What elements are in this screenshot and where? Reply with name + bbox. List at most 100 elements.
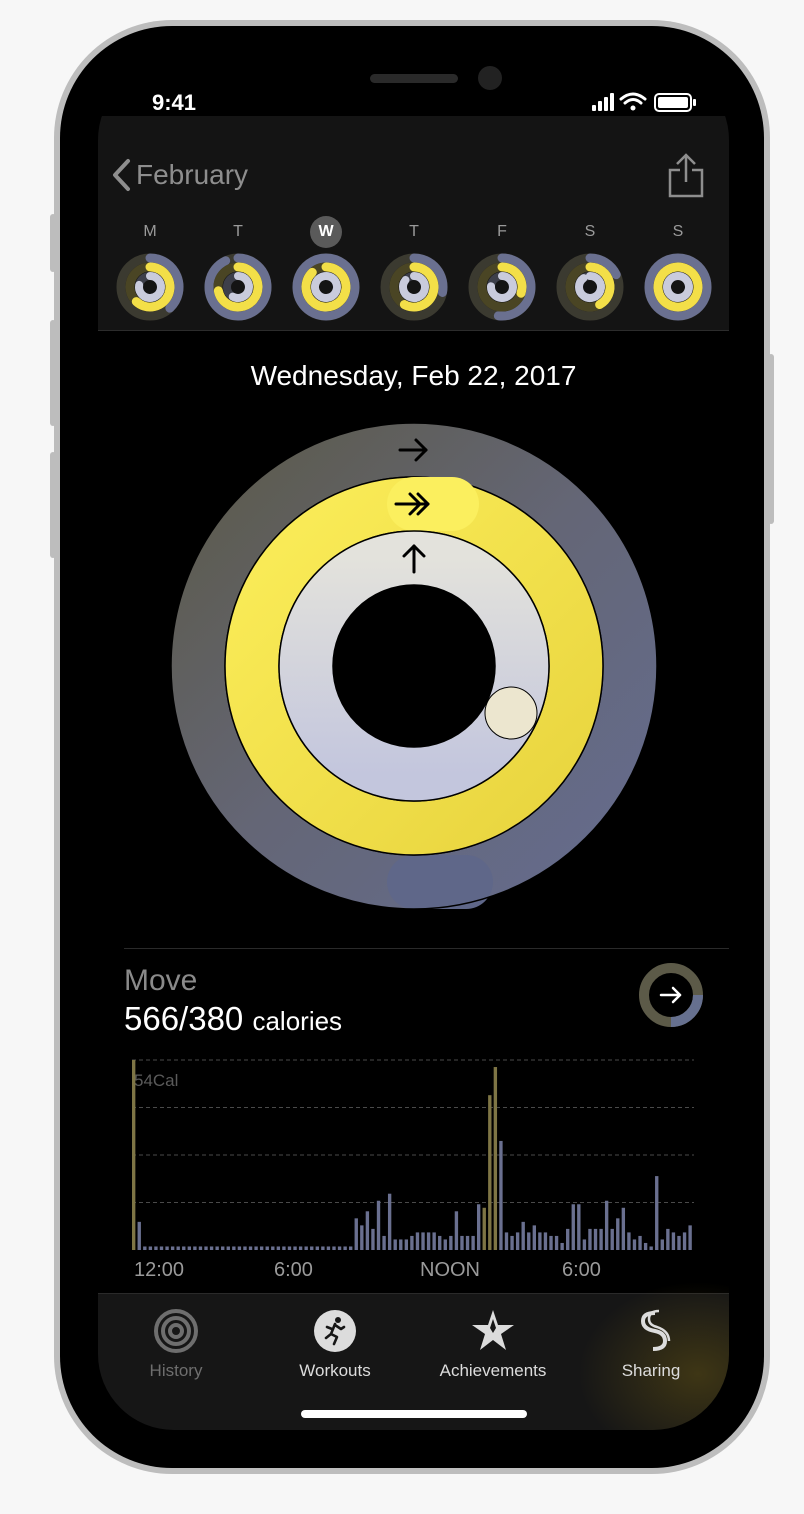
chart-bar	[649, 1246, 653, 1250]
chart-bar	[410, 1235, 414, 1250]
chart-bar	[532, 1225, 536, 1250]
chart-bar	[538, 1232, 542, 1250]
day-ring-5[interactable]	[555, 252, 625, 322]
screen: February MTWTFSS 9:41 Wednesday, Feb 22,…	[98, 64, 729, 1430]
home-indicator[interactable]	[301, 1410, 527, 1418]
chart-bar	[165, 1246, 169, 1250]
chart-bar	[159, 1246, 164, 1250]
chart-bar	[666, 1228, 670, 1250]
day-label-0[interactable]: M	[134, 216, 166, 248]
tab-achievements[interactable]: Achievements	[423, 1307, 563, 1381]
day-ring-0[interactable]	[115, 252, 185, 322]
chart-x-tick: 6:00	[274, 1259, 313, 1281]
chart-bar	[515, 1232, 520, 1250]
chart-bar	[354, 1218, 358, 1250]
chart-bar	[443, 1239, 447, 1250]
chart-bar	[276, 1246, 281, 1250]
chart-bar	[638, 1235, 642, 1250]
chart-bar	[610, 1228, 614, 1250]
tab-workouts[interactable]: Workouts	[265, 1307, 405, 1381]
move-value: 566/380	[124, 1000, 244, 1037]
section-divider	[124, 948, 729, 949]
tab-sharing[interactable]: Sharing	[581, 1307, 721, 1381]
chart-bar	[643, 1242, 648, 1250]
chart-bar	[215, 1246, 219, 1250]
chart-bar	[449, 1235, 453, 1250]
day-ring-2[interactable]	[291, 252, 361, 322]
chart-bar	[332, 1246, 336, 1250]
power-button	[768, 354, 774, 524]
tab-label: History	[149, 1361, 203, 1380]
day-ring-1[interactable]	[203, 252, 273, 322]
chart-bar	[521, 1221, 525, 1250]
chart-bar	[360, 1225, 364, 1250]
chart-bar	[293, 1246, 297, 1250]
chart-bar	[543, 1232, 548, 1250]
chart-bar	[577, 1204, 581, 1250]
chart-bar	[627, 1232, 631, 1250]
day-label-3[interactable]: T	[398, 216, 430, 248]
history-rings-icon	[154, 1309, 198, 1353]
chart-bar	[621, 1207, 626, 1250]
chart-bar	[259, 1246, 264, 1250]
chart-bar	[282, 1246, 286, 1250]
day-ring-3[interactable]	[379, 252, 449, 322]
tab-history[interactable]: History	[106, 1307, 246, 1381]
notch	[238, 64, 590, 116]
chart-bar	[387, 1193, 392, 1250]
chart-bar	[632, 1239, 637, 1250]
day-label-6[interactable]: S	[662, 216, 694, 248]
chart-bar	[382, 1235, 386, 1250]
chart-bar	[465, 1235, 470, 1250]
stand-ring-end	[484, 686, 538, 740]
back-button[interactable]: February	[110, 158, 248, 192]
chart-bar	[349, 1246, 353, 1250]
chart-bar	[421, 1232, 425, 1250]
chart-bar	[137, 1221, 141, 1250]
chart-bar	[549, 1235, 553, 1250]
chart-bar	[499, 1140, 503, 1250]
status-icons	[592, 92, 696, 112]
chart-bar	[310, 1246, 314, 1250]
chart-bar	[143, 1246, 147, 1250]
chart-bar	[243, 1246, 247, 1250]
chart-bar	[582, 1239, 587, 1250]
mute-switch	[50, 214, 56, 272]
chart-bar	[476, 1204, 481, 1250]
chart-bar	[593, 1228, 598, 1250]
chart-bar	[660, 1239, 664, 1250]
chart-bar	[566, 1228, 570, 1250]
chart-bar	[232, 1246, 236, 1250]
chart-bar	[193, 1246, 197, 1250]
chart-bar	[254, 1246, 258, 1250]
chart-bar	[371, 1228, 375, 1250]
day-ring-6[interactable]	[643, 252, 713, 322]
chart-bar	[415, 1232, 420, 1250]
chart-bar	[226, 1246, 230, 1250]
chart-bar	[176, 1246, 180, 1250]
chart-bar	[655, 1176, 659, 1250]
day-label-2[interactable]: W	[310, 216, 342, 248]
day-ring-4[interactable]	[467, 252, 537, 322]
chart-bar	[560, 1242, 564, 1250]
chart-bar	[248, 1246, 253, 1250]
volume-down-button	[50, 452, 56, 558]
move-calories: 566/380 calories	[124, 1000, 342, 1038]
tab-label: Achievements	[439, 1361, 547, 1380]
move-detail-ring-icon[interactable]	[638, 962, 704, 1028]
chart-bar	[221, 1246, 225, 1250]
day-label-4[interactable]: F	[486, 216, 518, 248]
battery-icon	[654, 93, 696, 112]
chart-bar	[493, 1067, 498, 1250]
chart-bar	[588, 1228, 592, 1250]
chart-bar	[237, 1246, 242, 1250]
chart-bar	[365, 1211, 370, 1250]
chart-bar	[438, 1235, 442, 1250]
share-icon[interactable]	[666, 152, 706, 200]
day-label-1[interactable]: T	[222, 216, 254, 248]
tab-label: Workouts	[299, 1361, 371, 1380]
sharing-icon	[640, 1309, 671, 1351]
day-label-5[interactable]: S	[574, 216, 606, 248]
chart-bar	[393, 1239, 397, 1250]
chart-bar	[182, 1246, 186, 1250]
